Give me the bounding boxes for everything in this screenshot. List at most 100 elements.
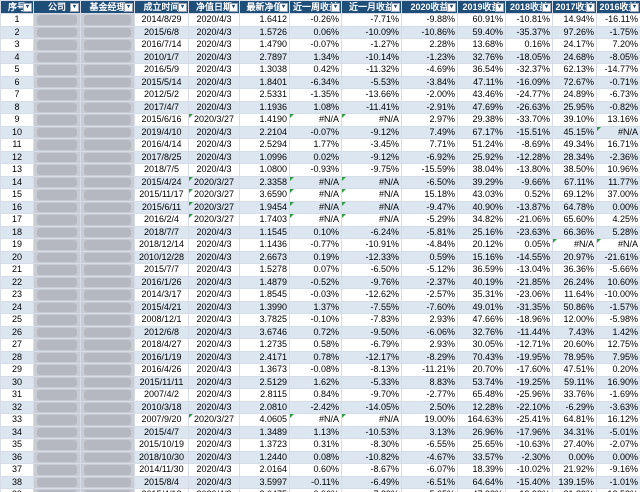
company-cell-redacted[interactable] (33, 363, 81, 377)
value-cell[interactable]: -5.33% (341, 375, 402, 389)
value-cell[interactable]: 62.13% (552, 63, 597, 77)
value-cell[interactable]: 1.3038 (239, 63, 290, 77)
nav-date-cell[interactable]: 2020/4/3 (188, 50, 240, 64)
value-cell[interactable]: 97.26% (552, 25, 597, 39)
value-cell[interactable]: 15.18% (401, 188, 458, 202)
value-cell[interactable]: 12.28% (457, 400, 506, 414)
manager-cell-redacted[interactable] (80, 88, 135, 102)
nav-date-cell[interactable]: 2020/4/3 (188, 338, 240, 352)
founded-date-cell[interactable]: 2018/7/5 (134, 163, 189, 177)
table-row[interactable]: 10 2019/4/10 2020/4/3 2.2104 -0.07% -9.12% 7.4… (0, 125, 640, 139)
value-cell[interactable]: 20.97% (552, 250, 597, 264)
value-cell[interactable]: -0.77% (289, 238, 342, 252)
company-cell-redacted[interactable] (33, 213, 81, 227)
company-cell-redacted[interactable] (33, 100, 81, 114)
company-cell-redacted[interactable] (33, 325, 81, 339)
value-cell[interactable]: -14.77% (596, 63, 640, 77)
table-row[interactable]: 21 2015/7/7 2020/4/3 1.5278 0.07% -6.50% -5.12… (0, 263, 640, 277)
value-cell[interactable]: -2.36% (596, 150, 640, 164)
table-row[interactable]: 34 2015/4/7 2020/4/3 1.3489 1.13% -10.53% 3.13… (0, 425, 640, 439)
value-cell[interactable]: 32.76% (457, 50, 506, 64)
value-cell[interactable]: 1.7403 (239, 213, 290, 227)
founded-date-cell[interactable]: 2015/11/11 (134, 375, 189, 389)
nav-date-cell[interactable]: 2020/4/3 (188, 225, 240, 239)
value-cell[interactable]: -10.82% (341, 450, 402, 464)
filter-dropdown-icon[interactable]: ▾ (495, 3, 504, 12)
value-cell[interactable]: -1.69% (596, 388, 640, 402)
value-cell[interactable]: -25.41% (505, 413, 553, 427)
value-cell[interactable]: 47.69% (457, 100, 506, 114)
row-number-cell[interactable]: 19 (0, 238, 34, 252)
value-cell[interactable]: -1.23% (401, 50, 458, 64)
founded-date-cell[interactable]: 2016/7/14 (134, 38, 189, 52)
column-header[interactable]: 基金经理 ▾ (80, 0, 135, 14)
value-cell[interactable]: -5.65% (401, 488, 458, 492)
value-cell[interactable]: -0.71% (596, 75, 640, 89)
filter-dropdown-icon[interactable]: ▾ (542, 3, 551, 12)
founded-date-cell[interactable]: 2016/1/19 (134, 350, 189, 364)
filter-dropdown-icon[interactable]: ▾ (23, 3, 32, 12)
value-cell[interactable]: -10.09% (341, 25, 402, 39)
founded-date-cell[interactable]: 2015/6/11 (134, 200, 189, 214)
table-row[interactable]: 2 2015/6/8 2020/4/3 1.5726 0.06% -10.09% -10.8… (0, 25, 640, 39)
founded-date-cell[interactable]: 2010/12/28 (134, 250, 189, 264)
manager-cell-redacted[interactable] (80, 200, 135, 214)
value-cell[interactable]: 33.76% (552, 388, 597, 402)
company-cell-redacted[interactable] (33, 25, 81, 39)
value-cell[interactable]: 3.6590 (239, 188, 290, 202)
nav-date-cell[interactable]: 2020/3/27 (188, 175, 240, 189)
founded-date-cell[interactable]: 2016/1/26 (134, 275, 189, 289)
value-cell[interactable]: #N/A (289, 213, 342, 227)
value-cell[interactable]: 139.15% (552, 475, 597, 489)
filter-dropdown-icon[interactable]: ▾ (178, 3, 187, 12)
value-cell[interactable]: 1.5278 (239, 263, 290, 277)
value-cell[interactable]: 16.90% (596, 375, 640, 389)
nav-date-cell[interactable]: 2020/3/27 (188, 413, 240, 427)
value-cell[interactable]: 49.34% (552, 138, 597, 152)
value-cell[interactable]: 0.08% (289, 450, 342, 464)
table-row[interactable]: 9 2015/6/16 2020/3/27 1.4190 #N/A #N/A 2.97% 29… (0, 113, 640, 127)
value-cell[interactable]: 7.49% (401, 125, 458, 139)
value-cell[interactable]: 2.0475 (239, 488, 290, 492)
value-cell[interactable]: #N/A (289, 175, 342, 189)
value-cell[interactable]: 20.70% (457, 363, 506, 377)
value-cell[interactable]: 70.43% (457, 350, 506, 364)
value-cell[interactable]: 65.60% (552, 213, 597, 227)
value-cell[interactable]: -4.84% (401, 238, 458, 252)
value-cell[interactable]: -10.81% (505, 13, 553, 27)
row-number-cell[interactable]: 8 (0, 100, 34, 114)
manager-cell-redacted[interactable] (80, 163, 135, 177)
nav-date-cell[interactable]: 2020/4/3 (188, 275, 240, 289)
nav-date-cell[interactable]: 2020/4/3 (188, 450, 240, 464)
value-cell[interactable]: 78.95% (552, 350, 597, 364)
founded-date-cell[interactable]: 2015/4/21 (134, 300, 189, 314)
table-row[interactable]: 18 2018/7/7 2020/4/3 1.1545 0.10% -6.24% -5.81… (0, 225, 640, 239)
row-number-cell[interactable]: 29 (0, 363, 34, 377)
value-cell[interactable]: #N/A (341, 188, 402, 202)
value-cell[interactable]: 0.06% (289, 488, 342, 492)
manager-cell-redacted[interactable] (80, 300, 135, 314)
manager-cell-redacted[interactable] (80, 363, 135, 377)
value-cell[interactable]: 13.16% (596, 113, 640, 127)
row-number-cell[interactable]: 31 (0, 388, 34, 402)
founded-date-cell[interactable]: 2016/4/26 (134, 363, 189, 377)
value-cell[interactable]: 36.54% (457, 63, 506, 77)
value-cell[interactable]: 28.34% (552, 150, 597, 164)
row-number-cell[interactable]: 39 (0, 488, 34, 492)
nav-date-cell[interactable]: 2020/4/3 (188, 475, 240, 489)
value-cell[interactable]: -9.66% (505, 175, 553, 189)
column-header[interactable]: 近一周收益 ▾ (289, 0, 342, 14)
value-cell[interactable]: -2.00% (401, 88, 458, 102)
column-header[interactable]: 2018收益 ▾ (505, 0, 553, 14)
manager-cell-redacted[interactable] (80, 225, 135, 239)
table-row[interactable]: 31 2007/4/2 2020/4/3 2.8115 0.84% -9.70% -2.77… (0, 388, 640, 402)
nav-date-cell[interactable]: 2020/4/3 (188, 438, 240, 452)
value-cell[interactable]: 24.89% (552, 88, 597, 102)
row-number-cell[interactable]: 5 (0, 63, 34, 77)
value-cell[interactable]: -0.11% (289, 475, 342, 489)
value-cell[interactable]: 1.08% (289, 100, 342, 114)
nav-date-cell[interactable]: 2020/4/3 (188, 25, 240, 39)
value-cell[interactable]: 15.16% (457, 250, 506, 264)
filter-dropdown-icon[interactable]: ▾ (124, 3, 133, 12)
value-cell[interactable]: -15.40% (505, 475, 553, 489)
